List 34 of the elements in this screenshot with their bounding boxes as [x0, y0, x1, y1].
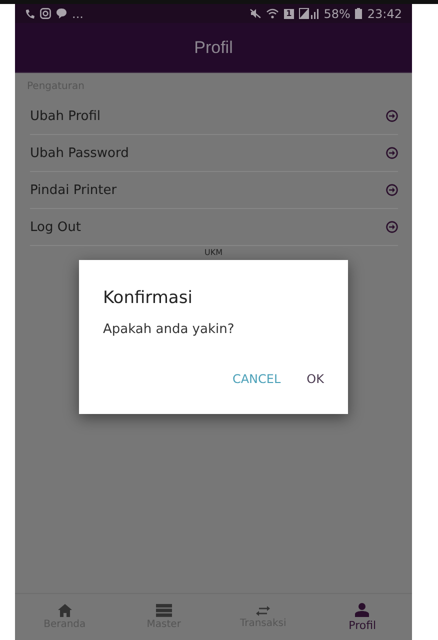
arrow-circle-icon [386, 110, 398, 122]
chat-bubble-icon [56, 8, 67, 19]
menu-item[interactable]: Log Out [30, 209, 398, 246]
footer-label: UKM [203, 247, 224, 258]
battery-icon [355, 8, 362, 19]
arrow-circle-icon [386, 184, 398, 196]
menu-item-label: Pindai Printer [30, 182, 117, 198]
ok-button[interactable]: OK [298, 368, 332, 390]
cancel-button[interactable]: CANCEL [224, 368, 289, 390]
swap-arrows-icon [256, 606, 270, 616]
arrow-circle-icon [386, 147, 398, 159]
page-title: Profil [194, 38, 233, 58]
signal-icon [298, 8, 319, 19]
person-icon [355, 602, 370, 616]
list-icon [156, 604, 172, 617]
arrow-circle-icon [386, 221, 398, 233]
menu-item-label: Log Out [30, 220, 81, 234]
home-icon [58, 604, 72, 617]
menu-item-label: Ubah Profil [30, 108, 101, 124]
menu-item[interactable]: Ubah Profil [30, 98, 398, 135]
battery-percent: 58% [324, 6, 350, 20]
dialog-title: Konfirmasi [103, 288, 194, 308]
dialog-message: Apakah anda yakin? [103, 322, 236, 337]
sim-badge: 1 [284, 8, 294, 18]
nav-tab[interactable]: Profil [312, 594, 412, 640]
menu-item[interactable]: Ubah Password [30, 135, 398, 172]
clock-time: 23:42 [367, 6, 402, 20]
wifi-icon [266, 8, 280, 19]
more-notifications-text: ... [72, 6, 84, 20]
menu-item[interactable]: Pindai Printer [30, 172, 398, 209]
phone-icon [25, 8, 35, 18]
menu-item-label: Ubah Password [30, 146, 129, 160]
camera-icon [40, 8, 51, 19]
mute-icon [250, 8, 262, 19]
